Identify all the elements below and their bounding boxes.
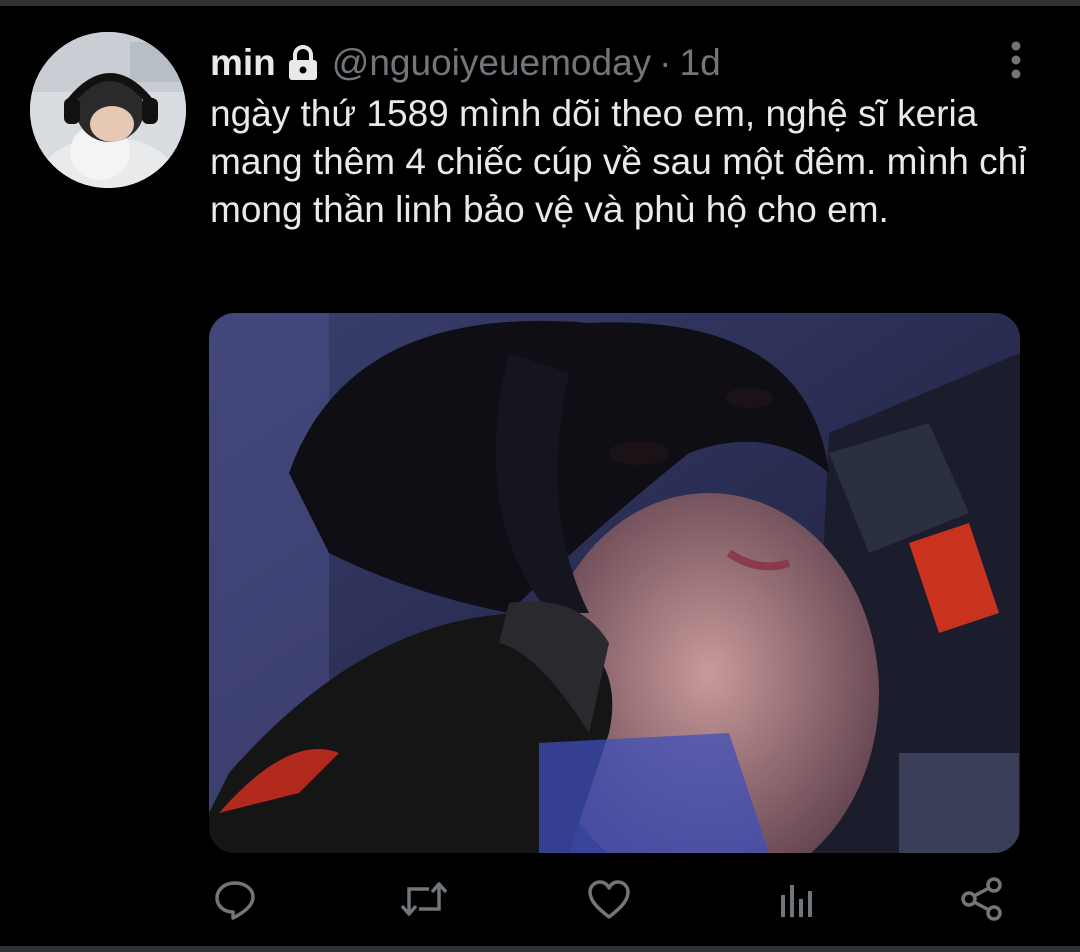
like-button[interactable] — [584, 876, 634, 926]
top-divider — [0, 0, 1080, 6]
reply-icon — [213, 877, 257, 926]
reply-button[interactable] — [210, 876, 260, 926]
user-handle[interactable]: @nguoiyeuemoday — [332, 42, 651, 84]
tweet-photo[interactable] — [209, 313, 1020, 853]
avatar[interactable] — [30, 32, 186, 188]
separator-dot: · — [659, 42, 672, 83]
display-name[interactable]: min — [210, 42, 276, 84]
retweet-icon — [399, 877, 449, 926]
retweet-button[interactable] — [399, 876, 449, 926]
tweet-text: ngày thứ 1589 mình dõi theo em, nghệ sĩ … — [210, 93, 1027, 230]
action-bar — [0, 876, 1080, 932]
tweet-header: min @nguoiyeuemoday · 1d — [210, 38, 721, 88]
bottom-divider — [0, 946, 1080, 952]
lock-icon — [286, 45, 320, 81]
share-button[interactable] — [957, 876, 1007, 926]
analytics-button[interactable] — [772, 876, 822, 926]
timestamp[interactable]: 1d — [680, 42, 721, 84]
heart-icon — [586, 877, 632, 926]
more-vertical-icon[interactable] — [1004, 40, 1028, 80]
analytics-icon — [775, 877, 819, 926]
share-icon — [959, 876, 1005, 927]
